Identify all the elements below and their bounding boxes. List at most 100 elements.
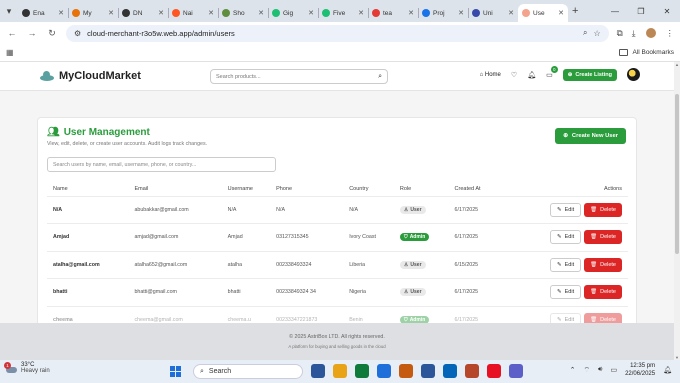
browser-tab[interactable]: Gig ✕ bbox=[268, 4, 318, 22]
notifications-icon[interactable]: 🔔︎ bbox=[663, 366, 672, 374]
extensions-icon[interactable]: ⧉ bbox=[617, 28, 623, 39]
table-row: atalha@gmail.com atalha652@gmail.com atalh… bbox=[47, 250, 628, 279]
address-bar[interactable]: ⚙ cloud-merchant-r3o5w.web.app/admin/use… bbox=[66, 24, 609, 42]
cell-role: ♙ User bbox=[393, 250, 449, 279]
cell-role: ⛉ Admin bbox=[393, 223, 449, 251]
header-nav: ⌂ Home ♡ 🔔︎ ▭ 0 ⊕ Create Listing bbox=[480, 65, 640, 81]
taskbar-app-icon[interactable] bbox=[355, 364, 369, 378]
create-listing-button[interactable]: ⊕ Create Listing bbox=[562, 68, 617, 81]
home-link[interactable]: ⌂ Home bbox=[480, 72, 501, 78]
taskbar-app-icon[interactable] bbox=[443, 364, 457, 378]
new-tab-button[interactable]: + bbox=[572, 5, 578, 17]
tab-close-icon[interactable]: ✕ bbox=[158, 9, 164, 17]
tab-close-icon[interactable]: ✕ bbox=[358, 9, 364, 17]
pencil-icon: ✎ bbox=[557, 289, 562, 296]
cell-username: bhatti bbox=[221, 278, 271, 306]
tab-menu-icon[interactable]: ▾ bbox=[0, 0, 18, 22]
battery-icon[interactable]: ▭ bbox=[610, 366, 617, 374]
brand-logo[interactable]: MyCloudMarket bbox=[40, 70, 141, 82]
site-info-icon[interactable]: ⚙ bbox=[74, 29, 81, 38]
browser-tab[interactable]: DN ✕ bbox=[118, 4, 168, 22]
create-listing-label: Create Listing bbox=[575, 71, 612, 78]
taskbar-app-icon[interactable] bbox=[509, 364, 523, 378]
tab-favicon-icon bbox=[172, 9, 180, 17]
tab-close-icon[interactable]: ✕ bbox=[308, 9, 314, 17]
browser-menu-icon[interactable]: ⋮ bbox=[666, 28, 675, 39]
tab-close-icon[interactable]: ✕ bbox=[458, 9, 464, 17]
browser-tab[interactable]: Nai ✕ bbox=[168, 4, 218, 22]
taskbar-app-icon[interactable] bbox=[333, 364, 347, 378]
profile-avatar[interactable] bbox=[644, 27, 657, 39]
cell-phone: 002338493324 bbox=[270, 250, 344, 279]
back-icon[interactable]: ← bbox=[6, 28, 18, 38]
browser-tab[interactable]: Ena ✕ bbox=[18, 4, 68, 22]
create-new-user-button[interactable]: ⊕ Create New User bbox=[555, 128, 626, 144]
delete-label: Delete bbox=[600, 261, 616, 268]
tab-close-icon[interactable]: ✕ bbox=[208, 9, 214, 17]
taskbar-app-icon[interactable] bbox=[311, 364, 325, 378]
browser-tab[interactable]: tea ✕ bbox=[368, 4, 418, 22]
page-scrollbar[interactable]: ▲ ▼ bbox=[674, 62, 680, 360]
apps-grid-icon[interactable]: ▦ bbox=[6, 48, 14, 57]
tab-close-icon[interactable]: ✕ bbox=[508, 9, 514, 17]
tab-close-icon[interactable]: ✕ bbox=[558, 9, 564, 17]
volume-icon[interactable]: 🔊︎ bbox=[598, 366, 602, 374]
browser-tab[interactable]: Sho ✕ bbox=[218, 4, 268, 22]
reload-icon[interactable]: ↻ bbox=[46, 28, 58, 39]
taskbar-search[interactable]: ⌕ Search bbox=[193, 364, 303, 379]
taskbar-app-icon[interactable] bbox=[421, 364, 435, 378]
weather-widget[interactable]: 1 33°C Heavy rain bbox=[4, 361, 50, 374]
windows-start-icon[interactable] bbox=[170, 366, 181, 377]
user-search-input[interactable]: Search users by name, email, username, p… bbox=[47, 157, 276, 172]
scrollbar-thumb[interactable] bbox=[675, 94, 679, 254]
heart-icon[interactable]: ♡ bbox=[511, 71, 517, 79]
edit-button[interactable]: ✎ Edit bbox=[550, 230, 582, 245]
product-search-input[interactable]: Search products... ⌕ bbox=[210, 69, 388, 84]
browser-tab[interactable]: Uni ✕ bbox=[468, 4, 518, 22]
taskbar-app-icon[interactable] bbox=[465, 364, 479, 378]
delete-button[interactable]: 🗑︎ Delete bbox=[584, 257, 622, 272]
delete-button[interactable]: 🗑︎ Delete bbox=[584, 285, 622, 300]
tab-title: Five bbox=[333, 9, 346, 17]
product-search-placeholder: Search products... bbox=[216, 73, 261, 80]
column-header: Created At bbox=[454, 185, 481, 192]
delete-button[interactable]: 🗑︎ Delete bbox=[584, 202, 622, 217]
cell-country: Nigeria bbox=[343, 278, 394, 306]
browser-tab[interactable]: My ✕ bbox=[68, 4, 118, 22]
restore-icon[interactable]: ❐ bbox=[628, 0, 654, 22]
scroll-up-icon[interactable]: ▲ bbox=[674, 62, 680, 67]
cart-icon[interactable]: ▭ 0 bbox=[546, 65, 558, 79]
delete-label: Delete bbox=[600, 206, 616, 213]
page-title-text: User Management bbox=[63, 127, 150, 138]
role-label: Admin bbox=[409, 234, 426, 241]
taskbar-clock[interactable]: 12:35 pm 22/06/2025 bbox=[625, 362, 655, 378]
downloads-icon[interactable]: ⤓ bbox=[632, 28, 636, 39]
browser-tab[interactable]: Use ✕ bbox=[518, 4, 568, 22]
column-header: Name bbox=[53, 185, 68, 192]
all-bookmarks-button[interactable]: All Bookmarks bbox=[619, 49, 674, 56]
bell-icon[interactable]: 🔔︎ bbox=[527, 71, 536, 79]
bookmark-star-icon[interactable]: ☆ bbox=[593, 29, 600, 38]
forward-icon[interactable]: → bbox=[26, 28, 38, 38]
browser-tab[interactable]: Proj ✕ bbox=[418, 4, 468, 22]
edit-button[interactable]: ✎ Edit bbox=[550, 257, 582, 272]
taskbar-app-icon[interactable] bbox=[399, 364, 413, 378]
user-avatar[interactable] bbox=[627, 68, 640, 81]
taskbar-app-icon[interactable] bbox=[487, 364, 501, 378]
tab-close-icon[interactable]: ✕ bbox=[258, 9, 264, 17]
edit-button[interactable]: ✎ Edit bbox=[550, 285, 582, 300]
close-window-icon[interactable]: ✕ bbox=[654, 0, 680, 22]
browser-tab[interactable]: Five ✕ bbox=[318, 4, 368, 22]
address-url[interactable]: cloud-merchant-r3o5w.web.app/admin/users bbox=[87, 29, 577, 38]
search-icon[interactable]: ⌕ bbox=[378, 73, 382, 81]
taskbar-app-icon[interactable] bbox=[377, 364, 391, 378]
zoom-icon[interactable]: ⌕ bbox=[583, 28, 587, 38]
tray-chevron-icon[interactable]: ⌃ bbox=[570, 366, 576, 374]
edit-button[interactable]: ✎ Edit bbox=[550, 202, 582, 217]
tab-close-icon[interactable]: ✕ bbox=[58, 9, 64, 17]
minimize-icon[interactable]: — bbox=[602, 0, 628, 22]
delete-button[interactable]: 🗑︎ Delete bbox=[584, 230, 622, 245]
tab-close-icon[interactable]: ✕ bbox=[408, 9, 414, 17]
wifi-icon[interactable]: ⌔ bbox=[583, 366, 590, 375]
tab-close-icon[interactable]: ✕ bbox=[108, 9, 114, 17]
